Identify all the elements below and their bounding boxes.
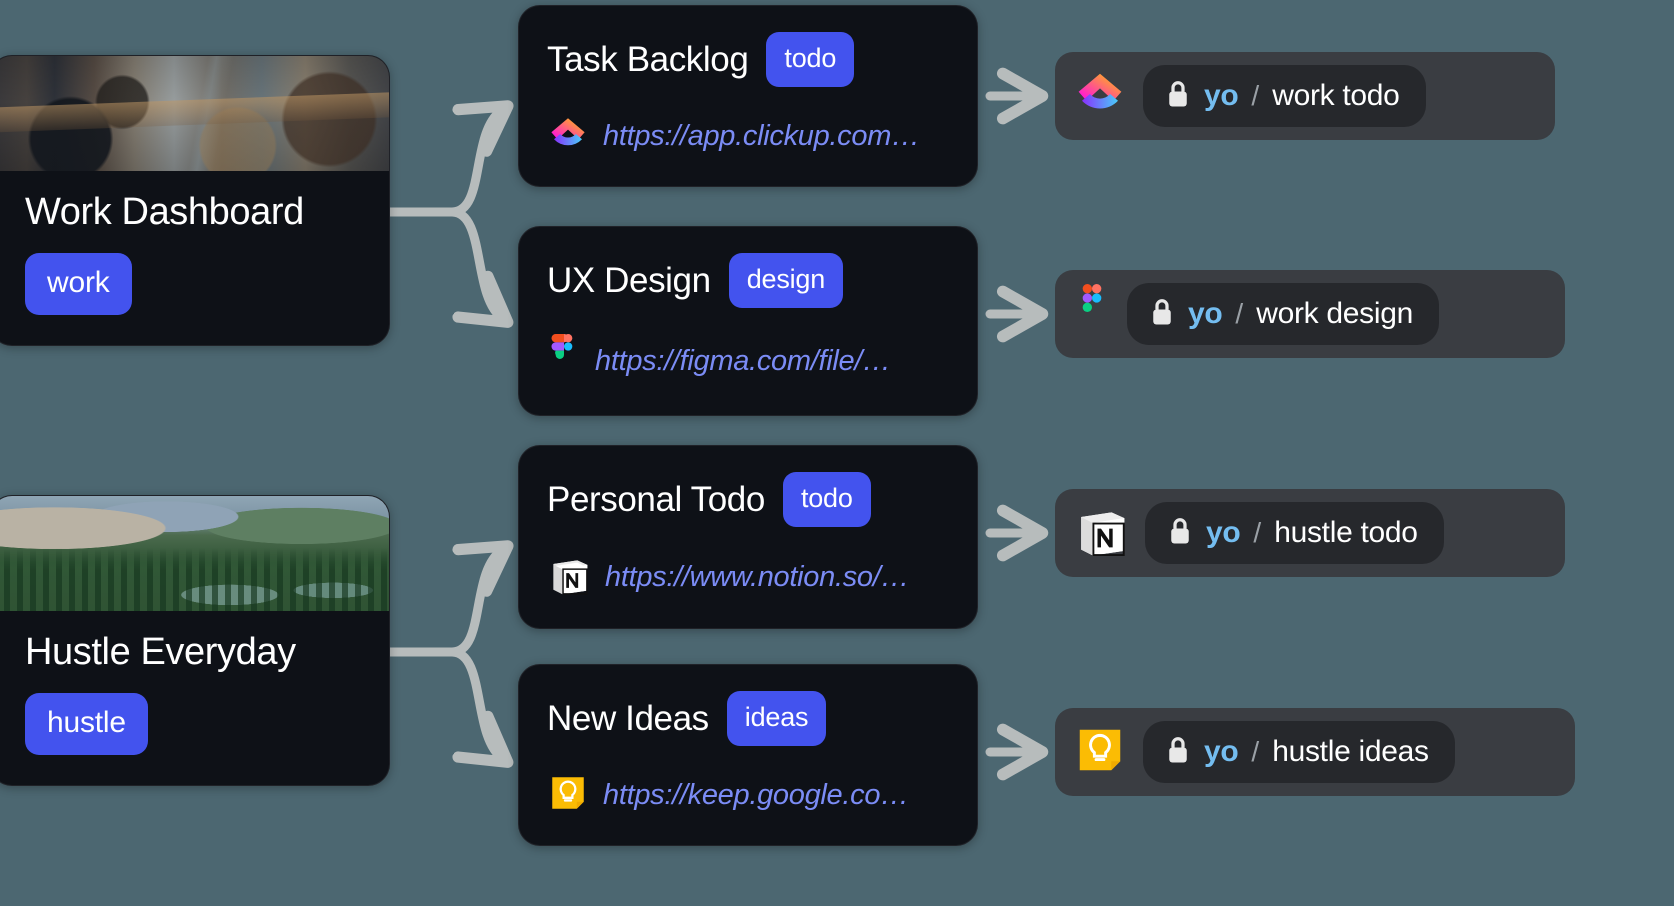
repo-owner[interactable]: yo (1204, 735, 1239, 769)
source-thumbnail-mountain (0, 496, 389, 611)
repo-separator: / (1251, 80, 1260, 111)
link-url[interactable]: https://figma.com/file/… (595, 345, 891, 378)
repo-name[interactable]: work todo (1272, 79, 1400, 113)
figma-icon (547, 334, 581, 389)
google-keep-icon (1073, 723, 1127, 782)
link-title: Task Backlog (547, 40, 749, 79)
source-card-work[interactable]: Work Dashboard work (0, 55, 390, 346)
source-title: Work Dashboard (25, 191, 304, 233)
link-header: New Ideas ideas (547, 691, 949, 746)
repo-panel-hustle-todo[interactable]: yo / hustle todo (1055, 489, 1565, 577)
link-url-row[interactable]: https://www.notion.so/… (547, 553, 949, 602)
link-url[interactable]: https://www.notion.so/… (605, 561, 909, 594)
source-thumbnail-office (0, 56, 389, 171)
repo-owner[interactable]: yo (1206, 516, 1241, 550)
link-header: UX Design design (547, 253, 949, 308)
clickup-icon (1073, 67, 1127, 126)
link-header: Personal Todo todo (547, 472, 949, 527)
repo-panel-work-todo[interactable]: yo / work todo (1055, 52, 1555, 140)
repo-name[interactable]: work design (1256, 297, 1413, 331)
link-url[interactable]: https://keep.google.co… (603, 779, 909, 812)
lock-icon (1149, 297, 1175, 332)
source-card-hustle[interactable]: Hustle Everyday hustle (0, 495, 390, 786)
repo-pill[interactable]: yo / hustle ideas (1143, 721, 1455, 783)
link-badge[interactable]: ideas (726, 691, 827, 746)
link-url[interactable]: https://app.clickup.com… (603, 120, 920, 153)
link-card-ux-design[interactable]: UX Design design https://figma.com/file/… (518, 226, 978, 416)
link-card-personal-todo[interactable]: Personal Todo todo https://www.notion.so… (518, 445, 978, 629)
fork-work (384, 110, 502, 318)
link-card-task-backlog[interactable]: Task Backlog todo https://app.clickup.co… (518, 5, 978, 187)
repo-separator: / (1235, 298, 1244, 329)
notion-icon (1073, 503, 1129, 564)
repo-separator: / (1251, 736, 1260, 767)
lock-icon (1165, 735, 1191, 770)
figma-icon (1073, 283, 1111, 345)
notion-icon (547, 553, 591, 602)
repo-pill[interactable]: yo / work design (1127, 283, 1439, 345)
link-url-row[interactable]: https://figma.com/file/… (547, 334, 949, 389)
repo-panel-work-design[interactable]: yo / work design (1055, 270, 1565, 358)
repo-panel-hustle-ideas[interactable]: yo / hustle ideas (1055, 708, 1575, 796)
repo-name[interactable]: hustle todo (1274, 516, 1418, 550)
repo-pill[interactable]: yo / hustle todo (1145, 502, 1444, 564)
source-badge[interactable]: work (25, 252, 132, 315)
link-url-row[interactable]: https://keep.google.co… (547, 772, 949, 819)
source-title: Hustle Everyday (25, 631, 296, 673)
repo-separator: / (1253, 517, 1262, 548)
repo-owner[interactable]: yo (1204, 79, 1239, 113)
link-badge[interactable]: design (728, 253, 844, 308)
source-badge[interactable]: hustle (25, 692, 148, 755)
google-keep-icon (547, 772, 589, 819)
link-title: UX Design (547, 261, 711, 300)
arrows-to-repos (985, 67, 1049, 781)
repo-name[interactable]: hustle ideas (1272, 735, 1429, 769)
link-card-new-ideas[interactable]: New Ideas ideas https://keep.google.co… (518, 664, 978, 846)
link-header: Task Backlog todo (547, 32, 949, 87)
clickup-icon (547, 113, 589, 160)
link-badge[interactable]: todo (766, 32, 855, 87)
repo-owner[interactable]: yo (1188, 297, 1223, 331)
link-title: Personal Todo (547, 480, 765, 519)
repo-pill[interactable]: yo / work todo (1143, 65, 1426, 127)
fork-hustle (384, 550, 502, 758)
lock-icon (1165, 79, 1191, 114)
link-url-row[interactable]: https://app.clickup.com… (547, 113, 949, 160)
lock-icon (1167, 516, 1193, 551)
link-badge[interactable]: todo (782, 472, 871, 527)
link-title: New Ideas (547, 699, 709, 738)
